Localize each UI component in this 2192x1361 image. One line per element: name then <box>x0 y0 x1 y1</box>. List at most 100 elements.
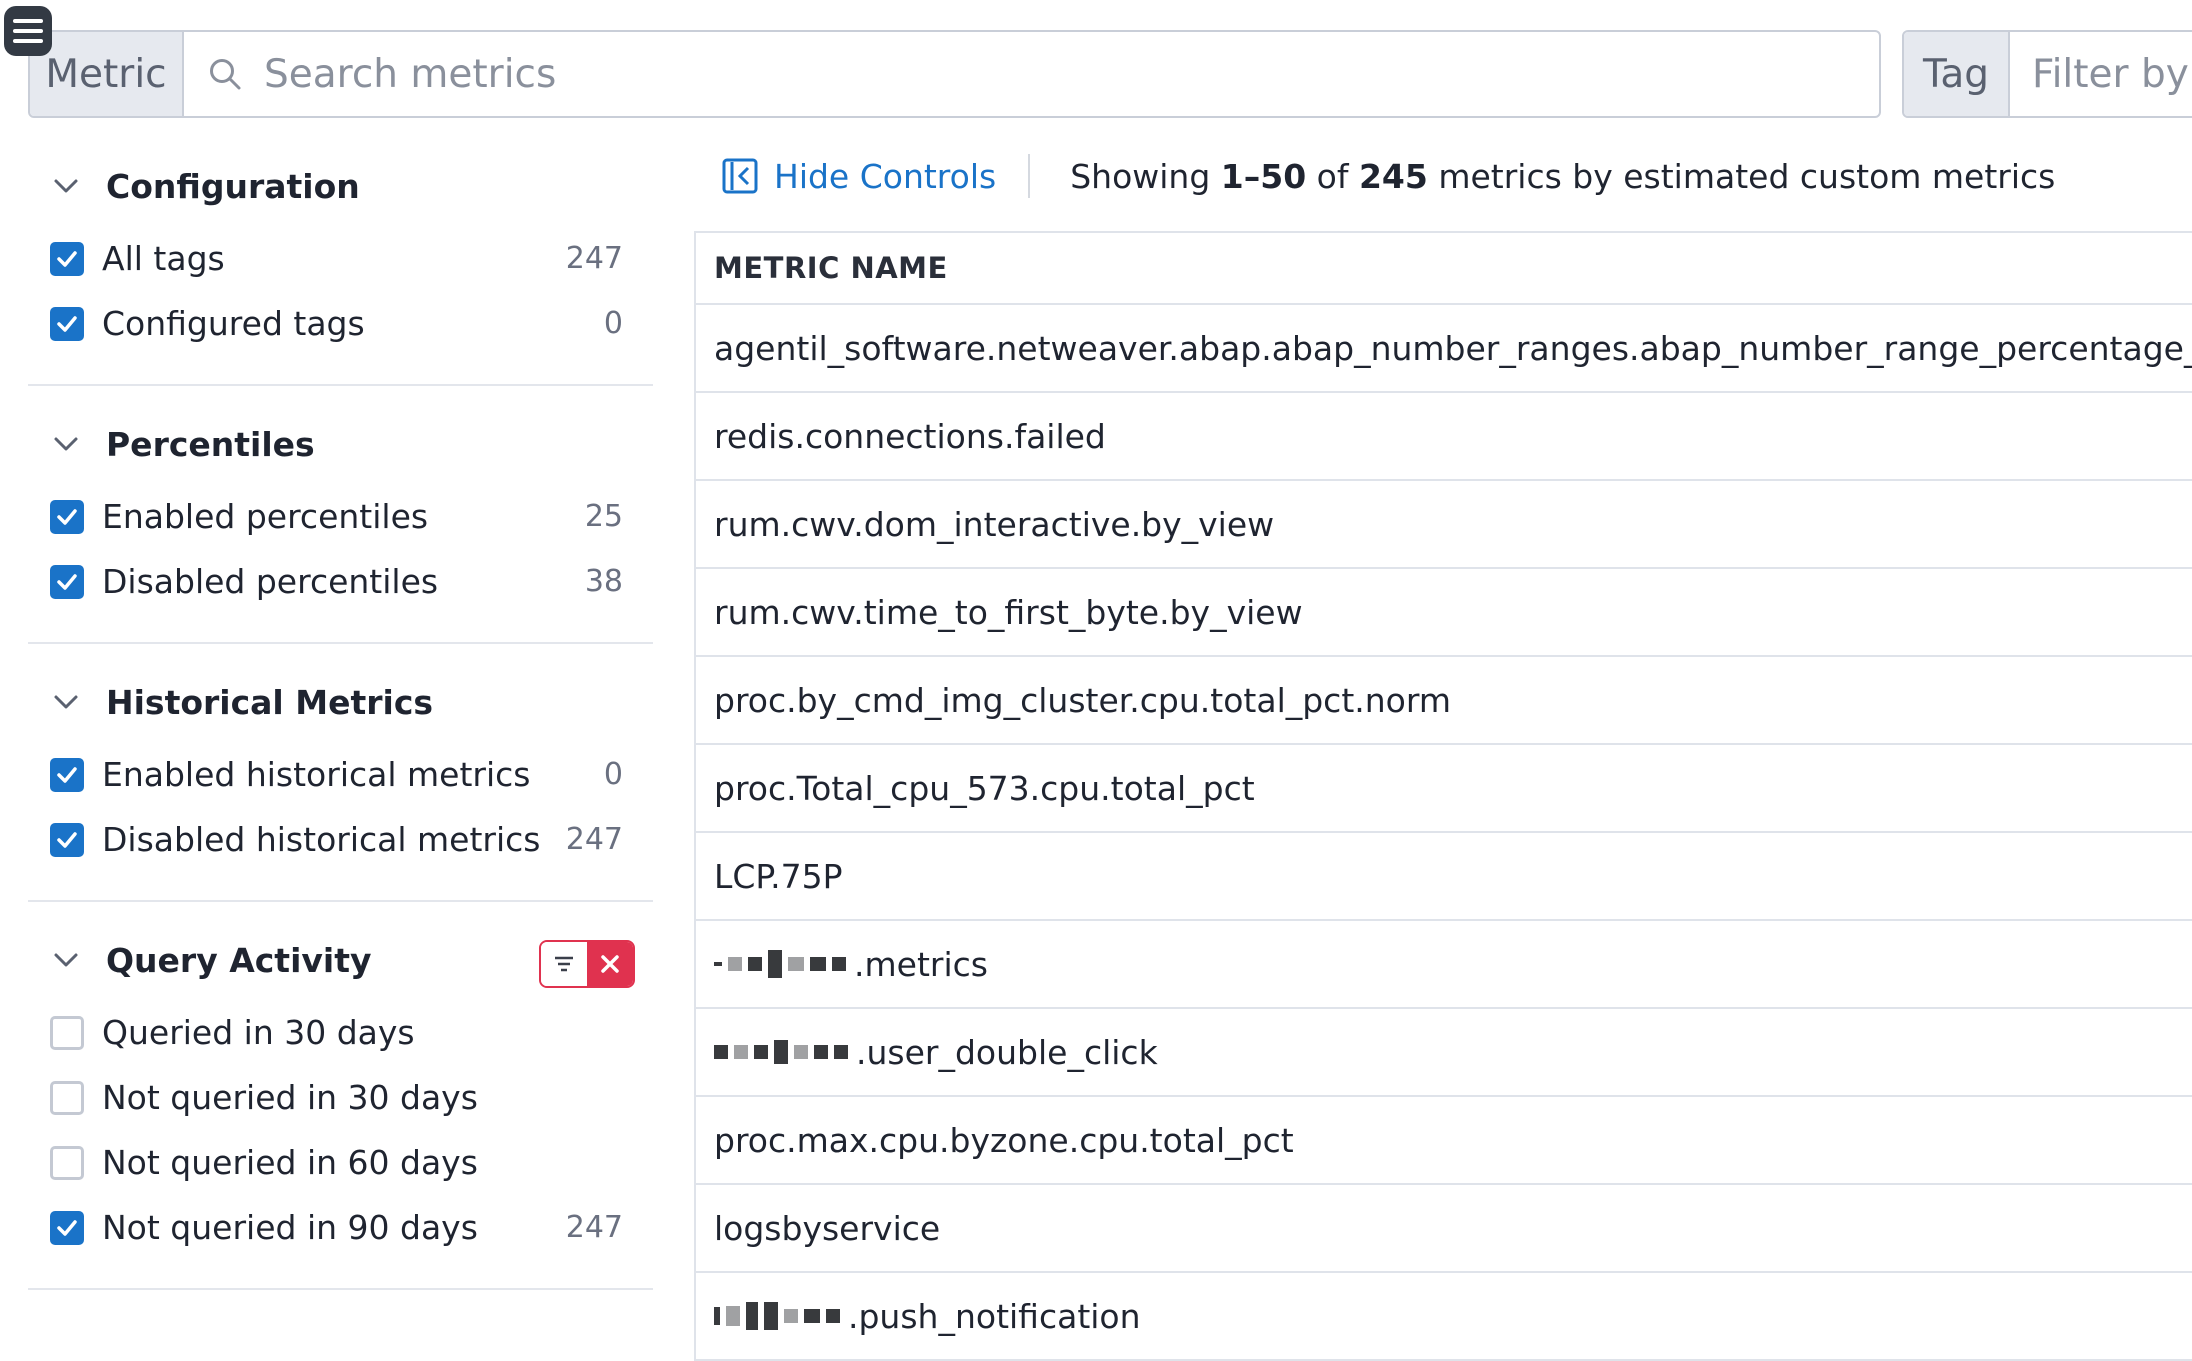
section-title: Query Activity <box>106 940 372 980</box>
metric-name: proc.Total_cpu_573.cpu.total_pct <box>714 768 1255 808</box>
checkbox[interactable] <box>50 564 84 599</box>
filter-option-label: Not queried in 90 days <box>102 1208 478 1247</box>
filter-option-count: 247 <box>565 241 623 276</box>
filter-option-count: 38 <box>584 564 623 599</box>
table-row[interactable]: .push_notification <box>696 1273 2192 1361</box>
divider <box>1028 154 1031 198</box>
checkbox[interactable] <box>50 1145 84 1180</box>
check-icon <box>57 250 77 267</box>
tag-filter-bar: Tag <box>1902 30 2192 118</box>
filter-option-label: Disabled historical metrics <box>102 820 541 859</box>
section-header[interactable]: Configuration <box>28 146 653 226</box>
filter-option-label: Enabled historical metrics <box>102 755 531 794</box>
chevron-down-icon <box>54 179 78 193</box>
filter-option-count: 25 <box>584 499 623 534</box>
filter-option[interactable]: Not queried in 60 days <box>28 1130 653 1195</box>
table-row[interactable]: rum.cwv.time_to_first_byte.by_view <box>696 569 2192 657</box>
section-title: Historical Metrics <box>106 682 434 722</box>
check-icon <box>57 315 77 332</box>
filter-option-label: Not queried in 30 days <box>102 1078 478 1117</box>
search-input[interactable] <box>262 50 1666 98</box>
search-icon <box>210 59 241 90</box>
filter-sidebar: Configuration All tags 247 Configured tags 0… <box>28 146 653 1290</box>
table-row[interactable]: proc.max.cpu.byzone.cpu.total_pct <box>696 1097 2192 1185</box>
filter-option[interactable]: Not queried in 90 days 247 <box>28 1195 653 1260</box>
search-field[interactable] <box>184 32 1879 116</box>
checkbox[interactable] <box>50 1080 84 1115</box>
filter-option[interactable]: Configured tags 0 <box>28 291 653 356</box>
filter-option-count: 247 <box>565 822 623 857</box>
metric-name: rum.cwv.time_to_first_byte.by_view <box>714 592 1303 632</box>
metrics-table: METRIC NAME agentil_software.netweaver.a… <box>694 231 2192 1361</box>
metric-name: proc.max.cpu.byzone.cpu.total_pct <box>714 1120 1294 1160</box>
column-header-metric-name[interactable]: METRIC NAME <box>696 233 2192 305</box>
table-row[interactable]: .user_double_click <box>696 1009 2192 1097</box>
metric-name: logsbyservice <box>714 1208 941 1248</box>
filter-option-label: Configured tags <box>102 304 365 343</box>
filter-option[interactable]: Disabled historical metrics 247 <box>28 807 653 872</box>
filter-option-label: Queried in 30 days <box>102 1013 415 1052</box>
check-icon <box>57 1219 77 1236</box>
redacted-text <box>714 1040 848 1064</box>
table-row[interactable]: redis.connections.failed <box>696 393 2192 481</box>
filter-option-label: Enabled percentiles <box>102 497 429 536</box>
filter-option-count: 0 <box>603 306 623 341</box>
metric-name: .metrics <box>854 944 988 984</box>
section-header[interactable]: Percentiles <box>28 404 653 484</box>
filter-option-count: 0 <box>603 757 623 792</box>
filter-option-label: All tags <box>102 239 225 278</box>
metric-name: LCP.75P <box>714 856 843 896</box>
controls-row: Hide Controls Showing 1–50 of 245 metric… <box>722 146 2055 206</box>
tag-prefix-label: Tag <box>1904 32 2010 116</box>
table-row[interactable]: agentil_software.netweaver.abap.abap_num… <box>696 305 2192 393</box>
filter-section: Configuration All tags 247 Configured tags 0 <box>28 146 653 386</box>
tag-filter-input[interactable] <box>2030 32 2192 116</box>
check-icon <box>57 508 77 525</box>
summary-prefix: Showing <box>1070 156 1221 196</box>
check-icon <box>57 831 77 848</box>
filter-option-label: Disabled percentiles <box>102 562 439 601</box>
clear-filter-icon[interactable] <box>587 942 633 986</box>
table-row[interactable]: rum.cwv.dom_interactive.by_view <box>696 481 2192 569</box>
checkbox[interactable] <box>50 822 84 857</box>
table-row[interactable]: LCP.75P <box>696 833 2192 921</box>
section-header[interactable]: Historical Metrics <box>28 662 653 742</box>
checkbox[interactable] <box>50 1015 84 1050</box>
search-prefix-label: Metric <box>30 32 184 116</box>
hamburger-menu-icon[interactable] <box>4 6 52 56</box>
filter-option-count: 247 <box>565 1210 623 1245</box>
checkbox[interactable] <box>50 499 84 534</box>
collapse-panel-icon <box>722 158 758 194</box>
checkbox[interactable] <box>50 306 84 341</box>
checkbox[interactable] <box>50 241 84 276</box>
filter-option[interactable]: Not queried in 30 days <box>28 1065 653 1130</box>
checkbox[interactable] <box>50 757 84 792</box>
table-row[interactable]: .metrics <box>696 921 2192 1009</box>
filter-option[interactable]: Disabled percentiles 38 <box>28 549 653 614</box>
table-row[interactable]: proc.Total_cpu_573.cpu.total_pct <box>696 745 2192 833</box>
hide-controls-label: Hide Controls <box>774 156 997 196</box>
checkbox[interactable] <box>50 1210 84 1245</box>
summary-suffix: metrics by estimated custom metrics <box>1427 156 2056 196</box>
filter-option[interactable]: Queried in 30 days <box>28 1000 653 1065</box>
chevron-down-icon <box>54 695 78 709</box>
filter-section: Percentiles Enabled percentiles 25 Disabled… <box>28 386 653 644</box>
filter-option[interactable]: Enabled percentiles 25 <box>28 484 653 549</box>
metric-name: .user_double_click <box>856 1032 1158 1072</box>
check-icon <box>57 766 77 783</box>
table-row[interactable]: logsbyservice <box>696 1185 2192 1273</box>
metric-name: rum.cwv.dom_interactive.by_view <box>714 504 1275 544</box>
filter-option[interactable]: All tags 247 <box>28 226 653 291</box>
filter-icon[interactable] <box>541 942 587 986</box>
active-filter-pill <box>539 940 635 988</box>
table-row[interactable]: proc.by_cmd_img_cluster.cpu.total_pct.no… <box>696 657 2192 745</box>
section-title: Configuration <box>106 166 360 206</box>
redacted-text <box>714 1302 840 1330</box>
hide-controls-button[interactable]: Hide Controls <box>722 157 996 196</box>
check-icon <box>57 573 77 590</box>
results-summary: Showing 1–50 of 245 metrics by estimated… <box>1070 157 2055 196</box>
section-title: Percentiles <box>106 424 315 464</box>
filter-option[interactable]: Enabled historical metrics 0 <box>28 742 653 807</box>
metric-name: .push_notification <box>848 1296 1141 1336</box>
summary-of: of <box>1306 156 1359 196</box>
